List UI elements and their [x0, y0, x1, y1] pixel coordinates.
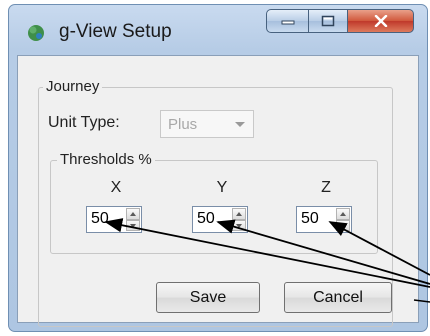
close-button[interactable]: [348, 9, 414, 33]
threshold-x-value: 50: [91, 210, 109, 227]
threshold-y-value: 50: [197, 210, 215, 227]
spin-up-icon[interactable]: [126, 208, 140, 220]
threshold-y-label: Y: [216, 179, 228, 196]
unit-type-value: Plus: [168, 116, 198, 133]
threshold-z-spinner[interactable]: 50: [296, 206, 352, 233]
window-title: g-View Setup: [59, 21, 172, 42]
maximize-button[interactable]: [309, 9, 348, 33]
spin-down-icon[interactable]: [336, 219, 350, 231]
threshold-y-spinner[interactable]: 50: [192, 206, 248, 233]
minimize-icon: [281, 20, 294, 25]
g-view-app-icon: [28, 25, 44, 41]
dialog-client-area: Journey Unit Type: Plus Thresholds % X Y…: [17, 55, 419, 327]
threshold-x-label: X: [110, 179, 122, 196]
chevron-down-icon: [235, 122, 245, 127]
threshold-z-label: Z: [321, 179, 331, 196]
setup-window: g-View Setup Journey Unit Type: Plus Thr…: [8, 4, 428, 332]
spin-down-icon[interactable]: [126, 219, 140, 231]
spin-up-icon[interactable]: [232, 208, 246, 220]
unit-type-combobox[interactable]: Plus: [160, 110, 254, 138]
unit-type-label: Unit Type:: [48, 114, 120, 131]
threshold-x-spinner[interactable]: 50: [86, 206, 142, 233]
cancel-button[interactable]: Cancel: [284, 282, 392, 313]
thresholds-group-label: Thresholds %: [57, 151, 155, 168]
save-button[interactable]: Save: [156, 282, 260, 313]
threshold-z-value: 50: [301, 210, 319, 227]
spin-down-icon[interactable]: [232, 219, 246, 231]
title-bar[interactable]: g-View Setup: [9, 5, 427, 55]
close-icon: [374, 15, 387, 27]
spin-up-icon[interactable]: [336, 208, 350, 220]
maximize-icon: [321, 15, 335, 27]
journey-group-label: Journey: [43, 78, 103, 95]
minimize-button[interactable]: [266, 9, 309, 33]
